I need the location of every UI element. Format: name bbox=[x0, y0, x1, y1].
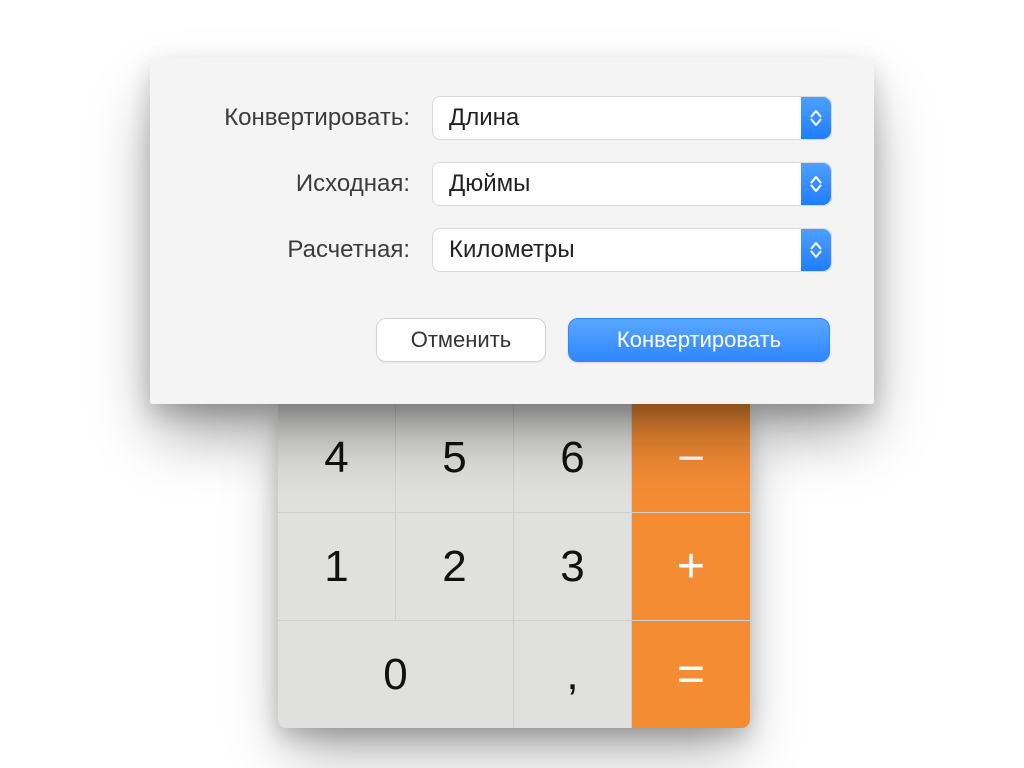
convert-dialog: Конвертировать: Длина Исходная: Дюймы Ра… bbox=[150, 58, 874, 404]
key-plus[interactable]: + bbox=[632, 513, 750, 620]
calculator-row: 0 , = bbox=[278, 620, 750, 728]
field-convert: Конвертировать: Длина bbox=[192, 96, 832, 140]
select-convert-value: Длина bbox=[449, 104, 519, 132]
select-convert[interactable]: Длина bbox=[432, 96, 832, 140]
calculator-keypad: 4 5 6 − 1 2 3 + 0 , = bbox=[278, 404, 750, 728]
key-2[interactable]: 2 bbox=[396, 513, 514, 620]
chevron-up-down-icon bbox=[801, 163, 831, 205]
field-to: Расчетная: Километры bbox=[192, 228, 832, 272]
select-to-value: Километры bbox=[449, 236, 575, 264]
key-minus[interactable]: − bbox=[632, 404, 750, 512]
select-from-value: Дюймы bbox=[449, 170, 530, 198]
dialog-buttons: Отменить Конвертировать bbox=[192, 318, 832, 362]
chevron-up-down-icon bbox=[801, 229, 831, 271]
key-3[interactable]: 3 bbox=[514, 513, 632, 620]
key-6[interactable]: 6 bbox=[514, 404, 632, 512]
key-equals[interactable]: = bbox=[632, 621, 750, 728]
select-to[interactable]: Километры bbox=[432, 228, 832, 272]
calculator-row: 4 5 6 − bbox=[278, 404, 750, 512]
label-convert: Конвертировать: bbox=[192, 104, 432, 132]
cancel-button[interactable]: Отменить bbox=[376, 318, 546, 362]
key-0[interactable]: 0 bbox=[278, 621, 514, 728]
chevron-up-down-icon bbox=[801, 97, 831, 139]
label-from: Исходная: bbox=[192, 170, 432, 198]
key-4[interactable]: 4 bbox=[278, 404, 396, 512]
key-comma[interactable]: , bbox=[514, 621, 632, 728]
calculator-row: 1 2 3 + bbox=[278, 512, 750, 620]
key-5[interactable]: 5 bbox=[396, 404, 514, 512]
label-to: Расчетная: bbox=[192, 236, 432, 264]
key-1[interactable]: 1 bbox=[278, 513, 396, 620]
convert-button[interactable]: Конвертировать bbox=[568, 318, 830, 362]
field-from: Исходная: Дюймы bbox=[192, 162, 832, 206]
select-from[interactable]: Дюймы bbox=[432, 162, 832, 206]
